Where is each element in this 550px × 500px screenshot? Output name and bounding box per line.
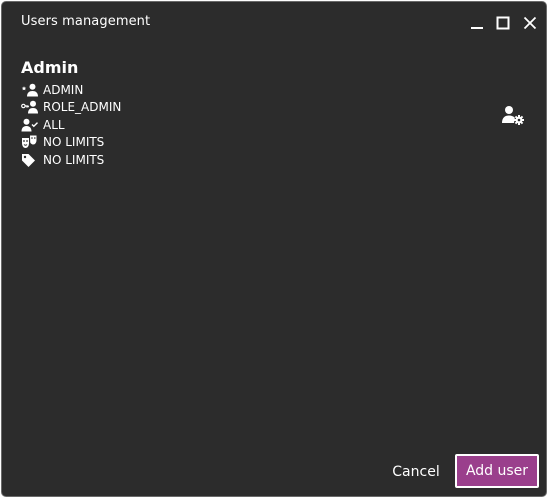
- tag-icon: [21, 153, 39, 167]
- user-name: Admin: [21, 58, 79, 77]
- user-roles-limit-value: NO LIMITS: [43, 135, 105, 150]
- user-gear-icon: [502, 106, 524, 125]
- user-check-icon: [21, 118, 39, 132]
- users-management-dialog: Users management Admin ADMIN ROLE_ADMIN …: [1, 1, 547, 497]
- user-permissions-row: ALL: [21, 116, 501, 134]
- title-bar: Users management: [2, 2, 546, 42]
- maximize-button[interactable]: [493, 13, 513, 33]
- user-card-admin: Admin ADMIN ROLE_ADMIN ALL NO LIMITS NO …: [21, 56, 501, 169]
- cancel-button[interactable]: Cancel: [386, 458, 446, 486]
- user-login-value: ADMIN: [43, 82, 84, 97]
- minimize-button[interactable]: [467, 13, 487, 33]
- user-tags-limit-row: NO LIMITS: [21, 151, 501, 169]
- user-key-icon: [21, 100, 39, 114]
- user-settings-button[interactable]: [500, 105, 526, 127]
- user-login-row: ADMIN: [21, 81, 501, 99]
- user-star-icon: [21, 83, 39, 97]
- user-tags-limit-value: NO LIMITS: [43, 152, 105, 167]
- user-permissions-value: ALL: [43, 117, 65, 132]
- minimize-icon: [471, 27, 483, 29]
- close-icon: [523, 16, 537, 30]
- user-role-row: ROLE_ADMIN: [21, 99, 501, 117]
- maximize-icon: [496, 16, 510, 30]
- add-user-button[interactable]: Add user: [455, 454, 539, 488]
- user-roles-limit-row: NO LIMITS: [21, 134, 501, 152]
- theater-masks-icon: [21, 135, 39, 149]
- user-role-value: ROLE_ADMIN: [43, 100, 122, 115]
- close-button[interactable]: [520, 13, 540, 33]
- window-title: Users management: [21, 14, 151, 29]
